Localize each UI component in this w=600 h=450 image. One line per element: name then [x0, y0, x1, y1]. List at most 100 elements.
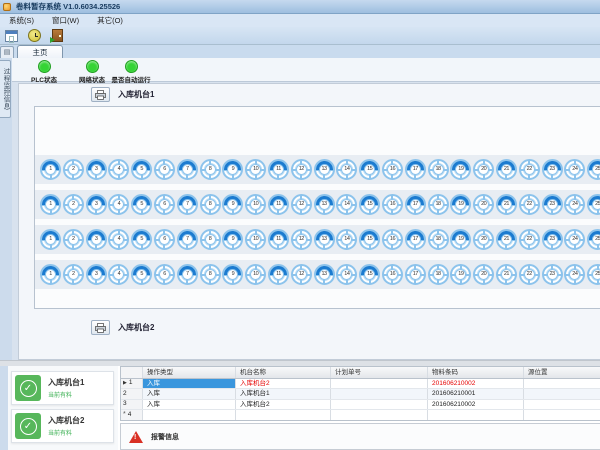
reel-slot[interactable]: 2	[63, 264, 84, 285]
collapsed-side-tab[interactable]: 过程监控信息	[0, 60, 11, 118]
panel-stub-tab[interactable]: ▤	[0, 46, 14, 58]
reel-slot[interactable]: 4	[108, 229, 129, 250]
reel-slot[interactable]: 21	[496, 264, 517, 285]
reel-slot[interactable]: 24	[564, 264, 585, 285]
reel-slot[interactable]: 1	[40, 159, 61, 180]
reel-slot[interactable]: 8	[200, 194, 221, 215]
reel-slot[interactable]: 23	[542, 159, 563, 180]
table-row[interactable]: 3入库入库机台2201606210002	[121, 400, 600, 411]
reel-slot[interactable]: 23	[542, 194, 563, 215]
reel-slot[interactable]: 4	[108, 264, 129, 285]
reel-slot[interactable]: 1	[40, 264, 61, 285]
reel-slot[interactable]: 7	[177, 194, 198, 215]
reel-slot[interactable]: 2	[63, 194, 84, 215]
table-row[interactable]: 2入库入库机台1201606210001	[121, 389, 600, 400]
reel-slot[interactable]: 25	[587, 264, 600, 285]
reel-slot[interactable]: 12	[291, 194, 312, 215]
reel-slot[interactable]: 20	[473, 159, 494, 180]
reel-slot[interactable]: 10	[245, 159, 266, 180]
reel-slot[interactable]: 20	[473, 229, 494, 250]
reel-slot[interactable]: 14	[336, 264, 357, 285]
reel-slot[interactable]: 7	[177, 229, 198, 250]
reel-slot[interactable]: 22	[519, 194, 540, 215]
reel-slot[interactable]: 10	[245, 264, 266, 285]
tab-home[interactable]: 主页	[17, 45, 63, 58]
reel-slot[interactable]: 21	[496, 229, 517, 250]
reel-slot[interactable]: 19	[450, 194, 471, 215]
reel-slot[interactable]: 2	[63, 229, 84, 250]
reel-slot[interactable]: 25	[587, 229, 600, 250]
reel-slot[interactable]: 5	[131, 159, 152, 180]
reel-slot[interactable]: 12	[291, 229, 312, 250]
menu-window[interactable]: 窗口(W)	[43, 14, 88, 27]
reel-slot[interactable]: 23	[542, 229, 563, 250]
reel-slot[interactable]: 5	[131, 194, 152, 215]
reel-slot[interactable]: 23	[542, 264, 563, 285]
reel-slot[interactable]: 25	[587, 159, 600, 180]
print-button-station2[interactable]	[91, 320, 110, 335]
reel-slot[interactable]: 10	[245, 229, 266, 250]
reel-slot[interactable]: 3	[86, 229, 107, 250]
reel-slot[interactable]: 15	[359, 194, 380, 215]
reel-slot[interactable]: 17	[405, 264, 426, 285]
reel-slot[interactable]: 9	[222, 159, 243, 180]
reel-slot[interactable]: 2	[63, 159, 84, 180]
reel-slot[interactable]: 7	[177, 159, 198, 180]
reel-slot[interactable]: 11	[268, 159, 289, 180]
reel-slot[interactable]: 13	[314, 264, 335, 285]
reel-slot[interactable]: 15	[359, 159, 380, 180]
reel-slot[interactable]: 12	[291, 264, 312, 285]
exit-button[interactable]	[49, 28, 66, 44]
reel-slot[interactable]: 24	[564, 159, 585, 180]
table-new-row[interactable]: *4	[121, 410, 600, 421]
reel-slot[interactable]: 22	[519, 229, 540, 250]
reel-slot[interactable]: 9	[222, 229, 243, 250]
reel-slot[interactable]: 11	[268, 194, 289, 215]
reel-slot[interactable]: 21	[496, 194, 517, 215]
reel-slot[interactable]: 3	[86, 194, 107, 215]
reel-slot[interactable]: 6	[154, 229, 175, 250]
reel-slot[interactable]: 14	[336, 194, 357, 215]
reel-slot[interactable]: 16	[382, 264, 403, 285]
reel-slot[interactable]: 9	[222, 194, 243, 215]
reel-slot[interactable]: 17	[405, 229, 426, 250]
reel-slot[interactable]: 19	[450, 229, 471, 250]
clock-button[interactable]	[26, 28, 43, 44]
reel-slot[interactable]: 17	[405, 159, 426, 180]
print-button-station1[interactable]	[91, 87, 110, 102]
reel-slot[interactable]: 20	[473, 264, 494, 285]
reel-slot[interactable]: 16	[382, 229, 403, 250]
reel-slot[interactable]: 16	[382, 194, 403, 215]
reel-slot[interactable]: 11	[268, 229, 289, 250]
reel-slot[interactable]: 24	[564, 229, 585, 250]
reel-slot[interactable]: 22	[519, 264, 540, 285]
reel-slot[interactable]: 8	[200, 229, 221, 250]
reel-slot[interactable]: 7	[177, 264, 198, 285]
reel-slot[interactable]: 22	[519, 159, 540, 180]
reel-slot[interactable]: 4	[108, 194, 129, 215]
reel-slot[interactable]: 24	[564, 194, 585, 215]
calendar-button[interactable]	[3, 28, 20, 44]
reel-slot[interactable]: 13	[314, 159, 335, 180]
reel-slot[interactable]: 6	[154, 159, 175, 180]
reel-slot[interactable]: 15	[359, 264, 380, 285]
reel-slot[interactable]: 18	[428, 194, 449, 215]
menu-other[interactable]: 其它(O)	[88, 14, 132, 27]
menu-system[interactable]: 系统(S)	[0, 14, 43, 27]
reel-slot[interactable]: 21	[496, 159, 517, 180]
reel-slot[interactable]: 6	[154, 264, 175, 285]
reel-slot[interactable]: 5	[131, 264, 152, 285]
reel-slot[interactable]: 20	[473, 194, 494, 215]
reel-slot[interactable]: 25	[587, 194, 600, 215]
reel-slot[interactable]: 18	[428, 229, 449, 250]
reel-slot[interactable]: 13	[314, 194, 335, 215]
reel-slot[interactable]: 1	[40, 194, 61, 215]
reel-slot[interactable]: 6	[154, 194, 175, 215]
reel-slot[interactable]: 18	[428, 159, 449, 180]
reel-slot[interactable]: 15	[359, 229, 380, 250]
reel-slot[interactable]: 18	[428, 264, 449, 285]
reel-slot[interactable]: 12	[291, 159, 312, 180]
reel-slot[interactable]: 14	[336, 229, 357, 250]
reel-slot[interactable]: 17	[405, 194, 426, 215]
reel-slot[interactable]: 1	[40, 229, 61, 250]
